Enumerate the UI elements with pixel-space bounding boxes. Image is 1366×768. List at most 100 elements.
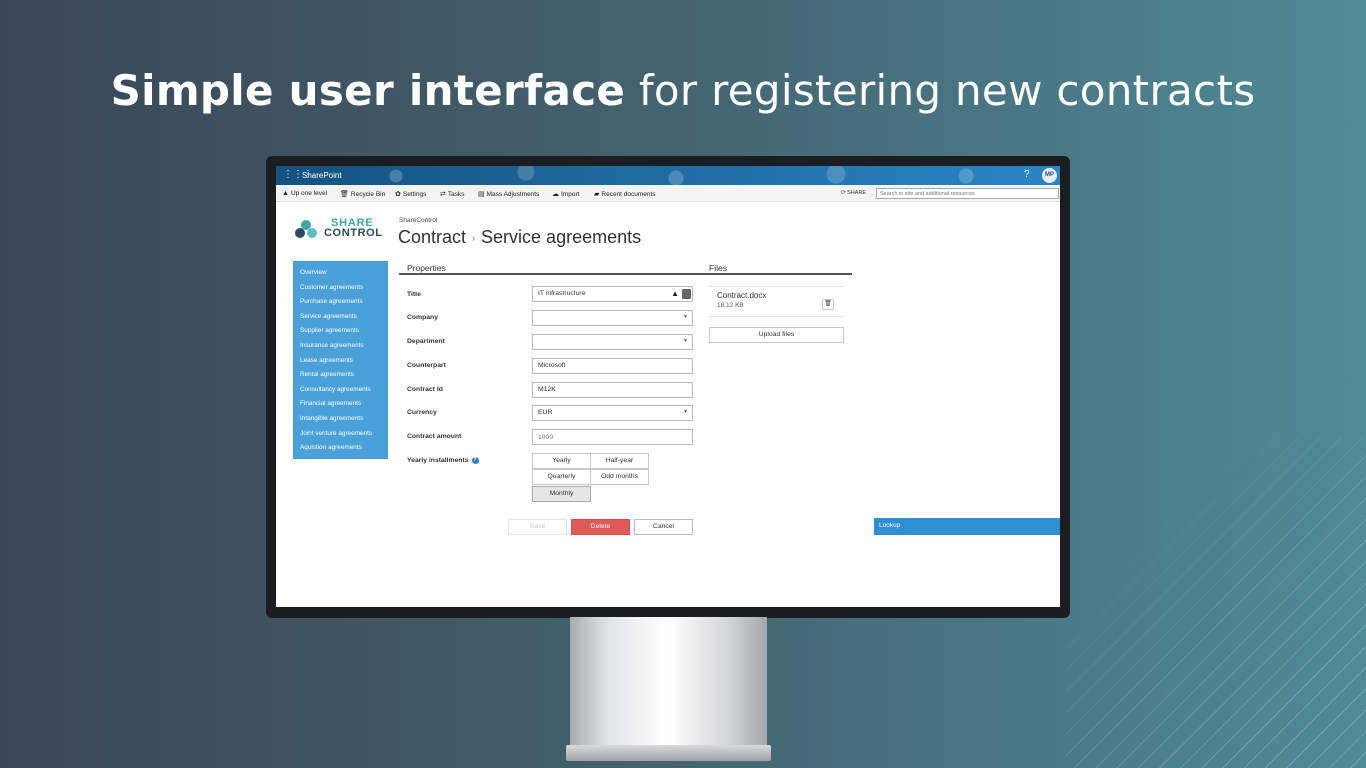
cloud-icon: ☁: [552, 191, 559, 198]
list-icon: ▤: [478, 191, 485, 198]
search-input[interactable]: [876, 188, 1059, 199]
files-heading: Files: [709, 263, 727, 273]
counterpart-input[interactable]: Microsoft: [532, 358, 693, 374]
sidebar-item-customer-agreements[interactable]: Customer agreements: [293, 281, 388, 296]
import-button[interactable]: ☁ Import: [552, 190, 579, 198]
recycle-bin-label: Recycle Bin: [350, 191, 386, 198]
sidebar-item-financial-agreements[interactable]: Financial agreements: [293, 397, 388, 412]
headline-light: for registering new contracts: [625, 66, 1256, 115]
mass-adjustments-button[interactable]: ▤ Mass Adjustments: [478, 190, 539, 198]
chevron-down-icon: ▼: [683, 338, 688, 344]
installment-option-quarterly[interactable]: Quarterly: [532, 469, 591, 485]
page-title-main[interactable]: Contract: [398, 227, 466, 247]
sharepoint-brand[interactable]: SharePoint: [302, 171, 342, 180]
page-title: Contract › Service agreements: [398, 227, 641, 248]
title-input[interactable]: IT infrastructure ▲: [532, 286, 693, 302]
title-label: Title: [407, 291, 421, 298]
upload-files-button[interactable]: Upload files: [709, 327, 844, 343]
installment-option-odd-months[interactable]: Odd months: [590, 469, 649, 485]
monitor-foot: [566, 745, 771, 761]
yearly-installments-label: Yearly installments?: [407, 457, 479, 464]
settings-button[interactable]: ✿ Settings: [395, 190, 426, 198]
site-name[interactable]: ShareControl: [399, 217, 437, 224]
currency-value: EUR: [538, 409, 553, 416]
cancel-button[interactable]: Cancel: [634, 519, 693, 535]
up-one-level-button[interactable]: ▲ Up one level: [282, 190, 327, 197]
settings-label: Settings: [402, 191, 427, 198]
up-arrow-icon: ▲: [282, 190, 289, 197]
sidebar-item-supplier-agreements[interactable]: Supplier agreements: [293, 324, 388, 339]
counterpart-label: Counterpart: [407, 362, 446, 369]
sharecontrol-logo-icon: [295, 220, 317, 238]
monitor-screen: ⋮⋮⋮ SharePoint ? MP ▲ Up one level 🗑 Recyc…: [276, 166, 1060, 607]
monitor-stand: [570, 617, 767, 745]
avatar[interactable]: MP: [1042, 168, 1057, 183]
installment-option-monthly[interactable]: Monthly: [532, 486, 591, 502]
tasks-label: Tasks: [447, 191, 465, 198]
chevron-down-icon: ▼: [683, 314, 688, 320]
currency-label: Currency: [407, 409, 437, 416]
sidebar-item-rental-agreements[interactable]: Rental agreements: [293, 368, 388, 383]
share-label: SHARE: [847, 190, 867, 196]
installment-option-yearly[interactable]: Yearly: [532, 453, 591, 469]
decorative-stripes: [1066, 438, 1366, 768]
yearly-installments-text: Yearly installments: [407, 457, 469, 464]
sidebar-item-intangible-agreements[interactable]: Intangible agreements: [293, 412, 388, 427]
section-divider: [399, 273, 852, 275]
command-bar: ▲ Up one level 🗑 Recycle Bin ✿ Settings ⇄ Ta…: [276, 185, 1060, 202]
contract-amount-input[interactable]: [532, 429, 693, 445]
import-label: Import: [561, 191, 580, 198]
contract-id-input[interactable]: M12K: [532, 382, 693, 398]
tasks-button[interactable]: ⇄ Tasks: [440, 190, 465, 198]
app-launcher-icon[interactable]: ⋮⋮⋮: [283, 170, 313, 180]
recycle-bin-button[interactable]: 🗑 Recycle Bin: [340, 190, 385, 198]
sidebar-item-consultancy-agreements[interactable]: Consultancy agreements: [293, 383, 388, 398]
question-icon[interactable]: ?: [471, 457, 479, 464]
sidebar-nav: Overview Customer agreements Purchase ag…: [293, 261, 388, 459]
company-label: Company: [407, 314, 438, 321]
headline: Simple user interface for registering ne…: [0, 66, 1366, 115]
contract-id-value: M12K: [538, 386, 556, 393]
delete-file-icon[interactable]: 🗑: [822, 299, 834, 310]
share-button[interactable]: ⟳ SHARE: [841, 190, 866, 196]
sidebar-item-aquistion-agreements[interactable]: Aquistion agreements: [293, 441, 388, 456]
suite-bar: ⋮⋮⋮ SharePoint ? MP: [276, 166, 1060, 185]
delete-button[interactable]: Delete: [571, 519, 630, 535]
sidebar-item-lease-agreements[interactable]: Lease agreements: [293, 354, 388, 369]
installment-option-half-year[interactable]: Half-year: [590, 453, 649, 469]
headline-strong: Simple user interface: [110, 66, 626, 115]
title-value: IT infrastructure: [538, 290, 586, 297]
help-icon[interactable]: ?: [1024, 169, 1030, 180]
file-item: Contract.docx 18.12 KB 🗑: [709, 286, 845, 317]
currency-select[interactable]: EUR ▼: [532, 405, 693, 421]
save-button[interactable]: Save: [508, 519, 567, 535]
gear-icon: ✿: [395, 191, 401, 198]
contract-amount-label: Contract amount: [407, 433, 462, 440]
mass-adjustments-label: Mass Adjustments: [486, 191, 540, 198]
chevron-down-icon: ▼: [683, 409, 688, 415]
trash-icon: 🗑: [340, 191, 349, 198]
breadcrumb-separator-icon: ›: [472, 233, 476, 244]
company-select[interactable]: ▼: [532, 310, 693, 326]
department-label: Department: [407, 338, 445, 345]
dictionary-icon[interactable]: [682, 289, 691, 299]
counterpart-value: Microsoft: [538, 362, 566, 369]
sidebar-item-overview[interactable]: Overview: [293, 266, 388, 281]
department-select[interactable]: ▼: [532, 334, 693, 350]
recent-documents-button[interactable]: ▰ Recent documents: [594, 190, 656, 198]
up-one-level-label: Up one level: [290, 190, 328, 197]
folder-icon: ▰: [594, 191, 600, 198]
sidebar-item-purchase-agreements[interactable]: Purchase agreements: [293, 295, 388, 310]
sidebar-item-insurance-agreements[interactable]: Insurance agreements: [293, 339, 388, 354]
properties-heading: Properties: [407, 263, 446, 273]
swap-arrows-icon: ⇄: [440, 191, 446, 198]
recent-documents-label: Recent documents: [601, 191, 656, 198]
sidebar-item-joint-venture-agreements[interactable]: Joint venture agreements: [293, 427, 388, 442]
file-name[interactable]: Contract.docx: [717, 291, 766, 300]
page-title-sub: Service agreements: [481, 227, 642, 247]
lookup-panel[interactable]: Lookup: [874, 518, 1060, 535]
sidebar-item-service-agreements[interactable]: Service agreements: [293, 310, 388, 325]
sharecontrol-logo: SHARE CONTROL: [294, 217, 394, 239]
contract-id-label: Contract Id: [407, 386, 443, 393]
file-size: 18.12 KB: [717, 302, 744, 309]
